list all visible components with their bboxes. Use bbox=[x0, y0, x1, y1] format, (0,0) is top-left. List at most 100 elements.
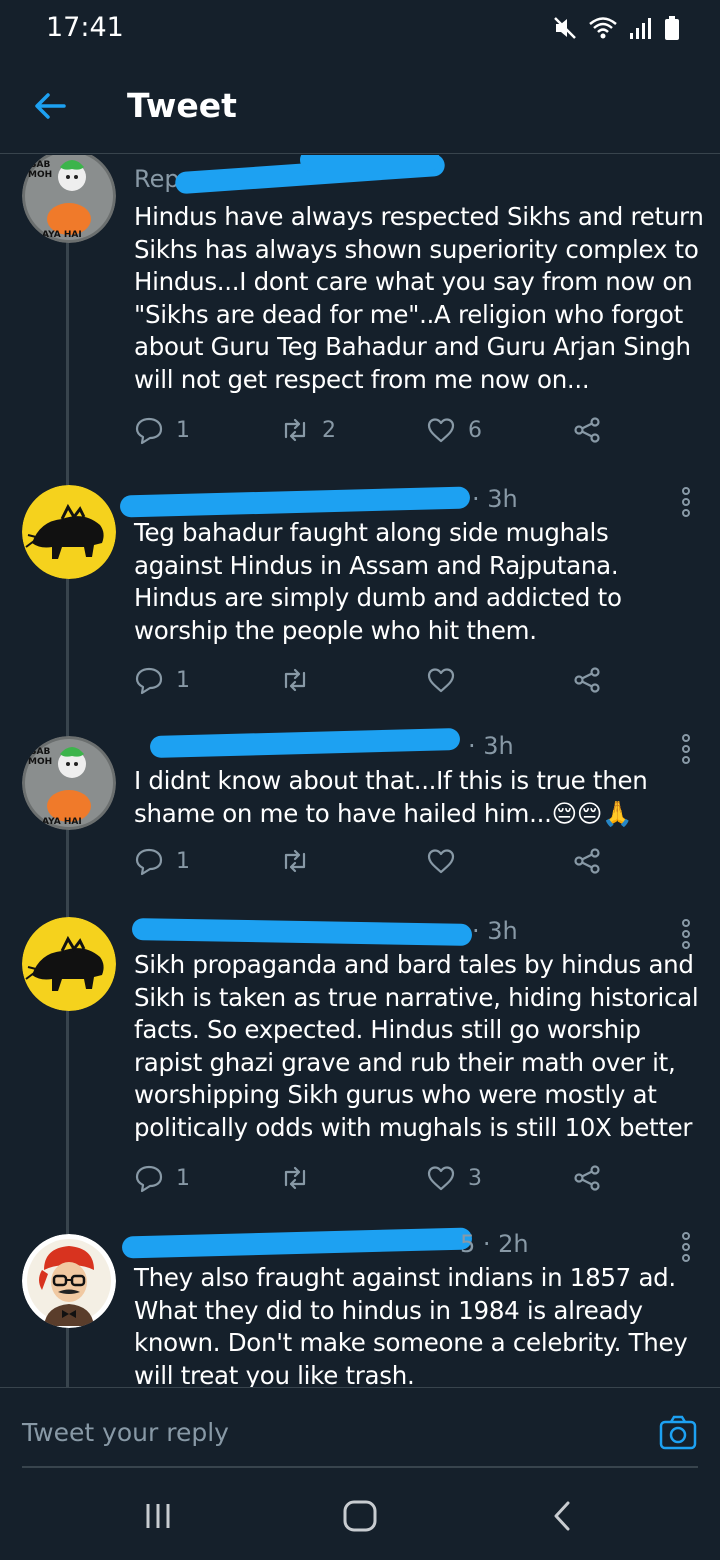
reply-button[interactable]: 1 bbox=[134, 1161, 190, 1195]
tweet-text: They also fraught against indians in 185… bbox=[134, 1263, 688, 1387]
redaction-mark bbox=[131, 918, 473, 946]
heart-icon bbox=[427, 668, 455, 693]
avatar[interactable]: SAB MOH AYA HAI bbox=[22, 155, 116, 243]
like-button[interactable] bbox=[426, 844, 468, 878]
sab-moh-maya-avatar-icon: SAB MOH AYA HAI bbox=[22, 736, 116, 830]
tweet[interactable]: · 3h Sikh propaganda and bard tales by h… bbox=[0, 917, 720, 1232]
more-options-icon[interactable] bbox=[678, 734, 694, 764]
retweet-button[interactable] bbox=[280, 663, 322, 697]
signal-icon bbox=[630, 18, 651, 39]
boar-avatar-icon bbox=[22, 917, 116, 1011]
more-options-icon[interactable] bbox=[678, 1232, 694, 1262]
redaction-mark bbox=[119, 486, 471, 518]
tweet[interactable]: SAB MOH AYA HAI Rep Hindus have always r… bbox=[0, 155, 720, 485]
top-app-bar: Tweet bbox=[0, 56, 720, 154]
tweet-actions: 1 2 6 bbox=[134, 413, 614, 447]
svg-text:AYA HAI: AYA HAI bbox=[42, 817, 82, 827]
share-button[interactable] bbox=[572, 1161, 602, 1195]
share-icon bbox=[574, 667, 600, 693]
retweet-button[interactable] bbox=[280, 844, 322, 878]
retweet-icon bbox=[284, 849, 306, 873]
svg-text:SAB: SAB bbox=[30, 160, 50, 170]
tweet-meta: Rep bbox=[134, 165, 180, 193]
tweet-text: I didnt know about that...If this is tru… bbox=[134, 766, 648, 828]
recent-apps-icon[interactable] bbox=[140, 1498, 180, 1534]
share-icon bbox=[574, 848, 600, 874]
reply-count: 1 bbox=[176, 417, 190, 443]
reply-count: 1 bbox=[176, 1165, 190, 1191]
tweet-meta: · 3h bbox=[468, 732, 514, 760]
share-button[interactable] bbox=[572, 844, 602, 878]
tweet-meta: · 3h bbox=[472, 917, 518, 945]
like-button[interactable] bbox=[426, 663, 468, 697]
like-count: 6 bbox=[468, 417, 482, 443]
status-bar: 17:41 bbox=[0, 0, 720, 56]
retweet-button[interactable]: 2 bbox=[280, 413, 336, 447]
avatar[interactable] bbox=[22, 1234, 116, 1328]
reply-input[interactable]: Tweet your reply bbox=[22, 1418, 229, 1447]
tweet-text: Hindus have always respected Sikhs and r… bbox=[134, 202, 704, 394]
more-options-icon[interactable] bbox=[678, 487, 694, 517]
tweet[interactable]: 5 · 2h They also fraught against indians… bbox=[0, 1227, 720, 1387]
svg-text:SAB: SAB bbox=[30, 747, 50, 757]
tweet-actions: 1 bbox=[134, 844, 614, 878]
like-button[interactable]: 3 bbox=[426, 1161, 482, 1195]
reply-button[interactable]: 1 bbox=[134, 663, 190, 697]
back-nav-icon[interactable] bbox=[544, 1498, 584, 1534]
svg-text:MOH: MOH bbox=[28, 757, 52, 767]
avatar[interactable] bbox=[22, 485, 116, 579]
boar-avatar-icon bbox=[22, 485, 116, 579]
status-time: 17:41 bbox=[46, 12, 124, 43]
tweet-meta: 5 · 2h bbox=[460, 1230, 529, 1258]
share-icon bbox=[574, 1165, 600, 1191]
wifi-icon bbox=[589, 17, 617, 39]
back-arrow-icon[interactable] bbox=[30, 86, 70, 126]
heart-icon bbox=[427, 418, 455, 443]
heart-icon bbox=[427, 849, 455, 874]
reply-composer: Tweet your reply bbox=[0, 1387, 720, 1467]
home-icon[interactable] bbox=[340, 1498, 380, 1534]
like-count: 3 bbox=[468, 1165, 482, 1191]
share-icon bbox=[574, 417, 600, 443]
reply-icon bbox=[135, 667, 163, 695]
camera-icon[interactable] bbox=[658, 1415, 698, 1451]
reply-icon bbox=[135, 1165, 163, 1193]
retweet-icon bbox=[284, 418, 306, 442]
page-title: Tweet bbox=[127, 86, 237, 125]
reply-icon bbox=[135, 848, 163, 876]
reply-button[interactable]: 1 bbox=[134, 844, 190, 878]
share-button[interactable] bbox=[572, 663, 602, 697]
tweet[interactable]: · 3h Teg bahadur faught along side mugha… bbox=[0, 485, 720, 725]
sab-moh-maya-avatar-icon: SAB MOH AYA HAI bbox=[22, 155, 116, 243]
mute-icon bbox=[554, 17, 576, 39]
reply-icon bbox=[135, 417, 163, 445]
reply-thread: SAB MOH AYA HAI Rep Hindus have always r… bbox=[0, 155, 720, 1387]
tweet-meta: · 3h bbox=[472, 485, 518, 513]
redaction-mark bbox=[300, 155, 440, 171]
battery-icon bbox=[665, 16, 679, 40]
reply-button[interactable]: 1 bbox=[134, 413, 190, 447]
retweet-icon bbox=[284, 1166, 306, 1190]
like-button[interactable]: 6 bbox=[426, 413, 482, 447]
retweet-icon bbox=[284, 668, 306, 692]
svg-text:AYA HAI: AYA HAI bbox=[42, 230, 82, 240]
reply-count: 1 bbox=[176, 848, 190, 874]
tweet-text: Sikh propaganda and bard tales by hindus… bbox=[134, 950, 699, 1142]
reply-count: 1 bbox=[176, 667, 190, 693]
svg-text:MOH: MOH bbox=[28, 170, 52, 180]
tweet[interactable]: SAB MOH AYA HAI · 3h I didnt know about … bbox=[0, 727, 720, 912]
avatar[interactable] bbox=[22, 917, 116, 1011]
reply-divider bbox=[22, 1466, 698, 1468]
status-icons bbox=[552, 14, 680, 42]
redaction-mark bbox=[149, 727, 461, 759]
tweet-actions: 1 3 bbox=[134, 1161, 614, 1195]
avatar[interactable]: SAB MOH AYA HAI bbox=[22, 736, 116, 830]
retweet-button[interactable] bbox=[280, 1161, 322, 1195]
more-options-icon[interactable] bbox=[678, 919, 694, 949]
tweet-text: Teg bahadur faught along side mughals ag… bbox=[134, 518, 622, 645]
redaction-mark bbox=[121, 1227, 473, 1259]
heart-icon bbox=[427, 1166, 455, 1191]
share-button[interactable] bbox=[572, 413, 602, 447]
system-navigation-bar bbox=[0, 1470, 720, 1560]
turban-man-avatar-icon bbox=[22, 1234, 116, 1328]
